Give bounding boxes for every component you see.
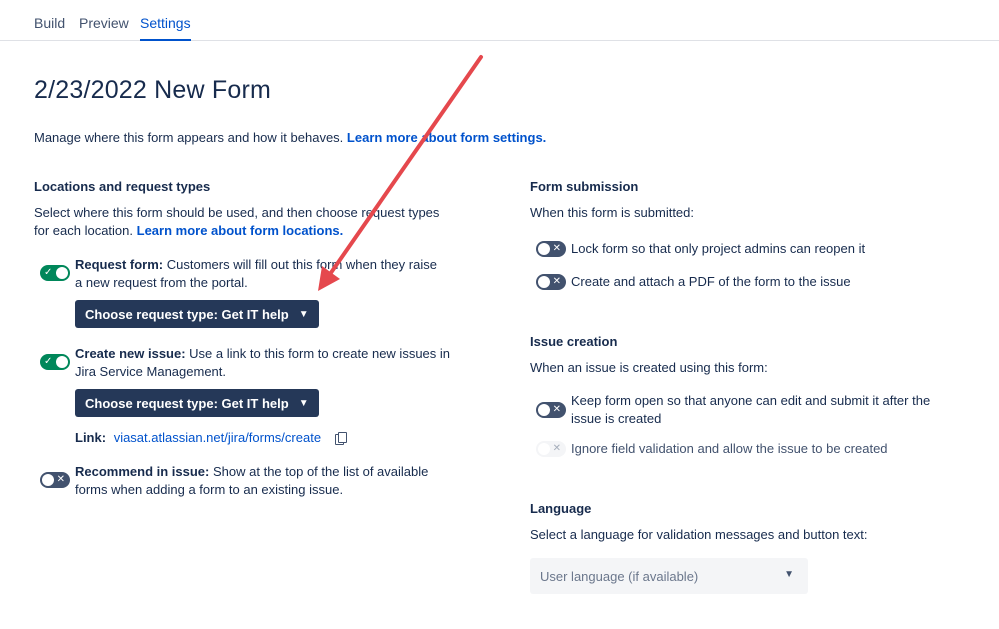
close-icon: ✕: [552, 276, 561, 287]
request-form-toggle[interactable]: ✓: [40, 265, 70, 281]
attach-pdf-toggle[interactable]: ✕: [536, 274, 566, 290]
keep-form-open-text: Keep form open so that anyone can edit a…: [571, 393, 931, 426]
form-settings-link[interactable]: Learn more about form settings.: [347, 130, 546, 145]
intro-description: Manage where this form appears and how i…: [34, 130, 344, 145]
form-locations-link[interactable]: Learn more about form locations.: [137, 223, 344, 238]
lock-form-toggle[interactable]: ✕: [536, 241, 566, 257]
tab-bar: Build Preview Settings: [0, 0, 999, 41]
chevron-down-icon: ▼: [298, 308, 309, 320]
link-label: Link:: [75, 430, 107, 445]
check-icon: ✓: [44, 356, 53, 367]
issue-creation-description: When an issue is created using this form…: [530, 360, 768, 375]
language-description: Select a language for validation message…: [530, 527, 868, 542]
close-icon: ✕: [552, 443, 561, 454]
ignore-validation-label: Ignore field validation and allow the is…: [571, 441, 888, 456]
intro-text: Manage where this form appears and how i…: [34, 130, 546, 145]
request-form-label: Request form:: [75, 257, 164, 272]
ignore-validation-toggle[interactable]: ✕: [536, 441, 566, 457]
language-select-value: User language (if available): [540, 568, 699, 584]
lock-form-label: Lock form so that only project admins ca…: [571, 241, 866, 256]
tab-settings[interactable]: Settings: [140, 15, 191, 41]
create-issue-label: Create new issue:: [75, 346, 186, 361]
create-issue-link-row: Link: viasat.atlassian.net/jira/forms/cr…: [75, 430, 347, 445]
language-title: Language: [530, 501, 592, 516]
request-form-request-type-button[interactable]: Choose request type: Get IT help ▼: [75, 300, 319, 328]
keep-form-open-toggle[interactable]: ✕: [536, 402, 566, 418]
create-issue-request-type-button[interactable]: Choose request type: Get IT help ▼: [75, 389, 319, 417]
recommend-in-issue-text: Recommend in issue: Show at the top of t…: [75, 464, 429, 497]
recommend-in-issue-label: Recommend in issue:: [75, 464, 210, 479]
locations-description-line1: Select where this form should be used, a…: [34, 205, 440, 220]
issue-creation-title: Issue creation: [530, 334, 618, 349]
page-title: 2/23/2022 New Form: [34, 76, 272, 104]
create-issue-text: Create new issue: Use a link to this for…: [75, 346, 451, 379]
copy-icon[interactable]: [334, 432, 347, 445]
locations-description: Select where this form should be used, a…: [34, 204, 439, 240]
locations-description-line2: for each location.: [34, 223, 134, 238]
locations-title: Locations and request types: [34, 179, 211, 194]
language-select[interactable]: User language (if available) ▼: [530, 558, 808, 594]
tab-build[interactable]: Build: [34, 15, 65, 31]
recommend-in-issue-toggle[interactable]: ✕: [40, 472, 70, 488]
chevron-down-icon: ▼: [298, 397, 309, 409]
form-submission-title: Form submission: [530, 179, 639, 194]
form-submission-description: When this form is submitted:: [530, 205, 694, 220]
create-issue-url-link[interactable]: viasat.atlassian.net/jira/forms/create: [114, 430, 321, 445]
attach-pdf-label: Create and attach a PDF of the form to t…: [571, 274, 851, 289]
tab-preview[interactable]: Preview: [79, 15, 129, 31]
create-issue-toggle[interactable]: ✓: [40, 354, 70, 370]
check-icon: ✓: [44, 267, 53, 278]
close-icon: ✕: [56, 474, 65, 485]
request-form-text: Request form: Customers will fill out th…: [75, 257, 437, 290]
chevron-down-icon: ▼: [784, 569, 794, 580]
close-icon: ✕: [552, 243, 561, 254]
close-icon: ✕: [552, 404, 561, 415]
